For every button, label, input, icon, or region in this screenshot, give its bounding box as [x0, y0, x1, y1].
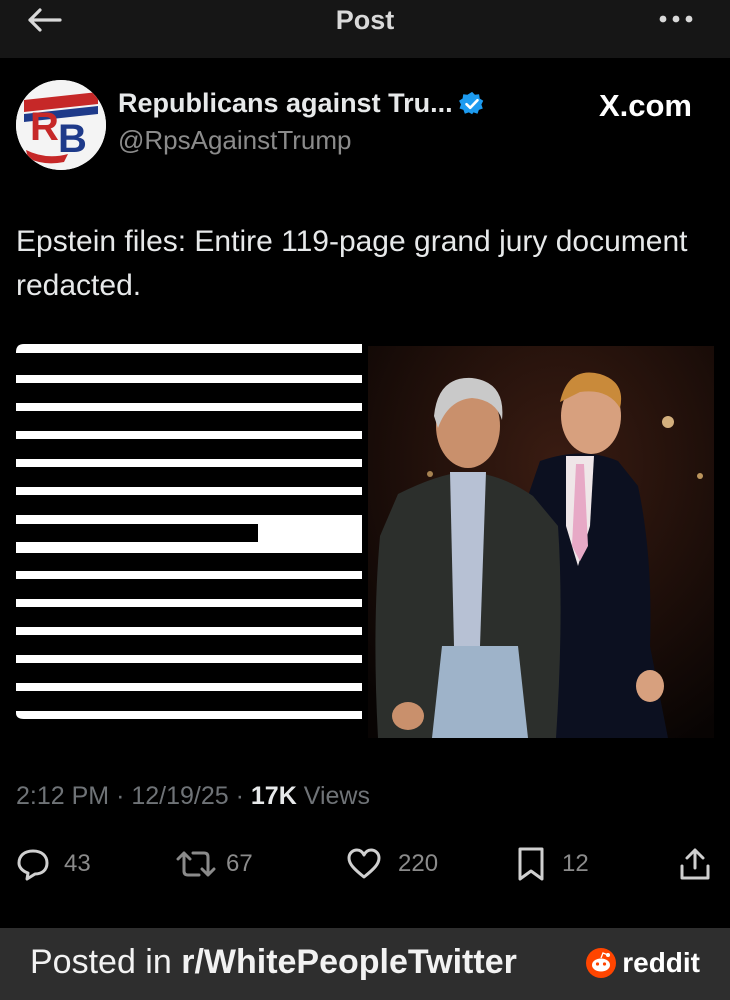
svg-text:R: R [30, 105, 59, 149]
post-meta: 2:12 PM · 12/19/25 · 17K Views [16, 782, 370, 811]
author-handle[interactable]: @RpsAgainstTrump [118, 125, 352, 156]
share-button[interactable] [678, 842, 712, 886]
author-name[interactable]: Republicans against Tru... [118, 88, 453, 119]
photo-image[interactable] [368, 346, 714, 738]
like-count: 220 [398, 850, 439, 877]
author-name-row[interactable]: Republicans against Tru... [118, 88, 485, 119]
post-date: 12/19/25 [131, 782, 229, 810]
page-title: Post [335, 5, 395, 35]
action-bar: 43 67 220 12 [16, 842, 716, 886]
repost-icon [176, 851, 216, 877]
source-label: X.com [598, 88, 692, 123]
ellipsis-icon[interactable] [658, 10, 694, 28]
subreddit-name[interactable]: r/WhitePeopleTwitter [181, 943, 517, 981]
avatar[interactable]: R B [16, 80, 106, 170]
tweet-text: Epstein files: Entire 119-page grand jur… [16, 225, 688, 302]
repost-button[interactable]: 67 [176, 842, 253, 886]
bookmark-icon [518, 847, 544, 881]
share-icon [680, 848, 710, 880]
reddit-wordmark: reddit [622, 947, 700, 978]
reply-icon [17, 849, 49, 881]
reply-count: 43 [64, 850, 91, 877]
post-time: 2:12 PM [16, 782, 110, 810]
republicans-logo-icon: R B [16, 80, 106, 170]
reddit-icon [586, 948, 617, 978]
reply-button[interactable]: 43 [16, 842, 91, 886]
reddit-footer: Posted in r/WhitePeopleTwitter reddit [0, 928, 730, 1000]
bookmark-button[interactable]: 12 [516, 842, 589, 886]
like-button[interactable]: 220 [346, 842, 438, 886]
meta-separator: · [116, 782, 125, 810]
svg-text:B: B [58, 117, 87, 161]
top-bar: Post [0, 0, 730, 58]
views-count: 17K [250, 782, 297, 810]
views-label: Views [303, 782, 370, 810]
heart-icon [347, 848, 381, 879]
bookmark-count: 12 [562, 850, 589, 877]
posted-in-prefix: Posted in [30, 943, 182, 981]
repost-count: 67 [226, 850, 253, 877]
meta-separator: · [235, 782, 244, 810]
reddit-logo: reddit [586, 947, 700, 979]
redacted-document-image[interactable] [16, 344, 362, 728]
verified-badge-icon [458, 91, 483, 114]
posted-in-text: Posted in r/WhitePeopleTwitter [30, 943, 517, 982]
